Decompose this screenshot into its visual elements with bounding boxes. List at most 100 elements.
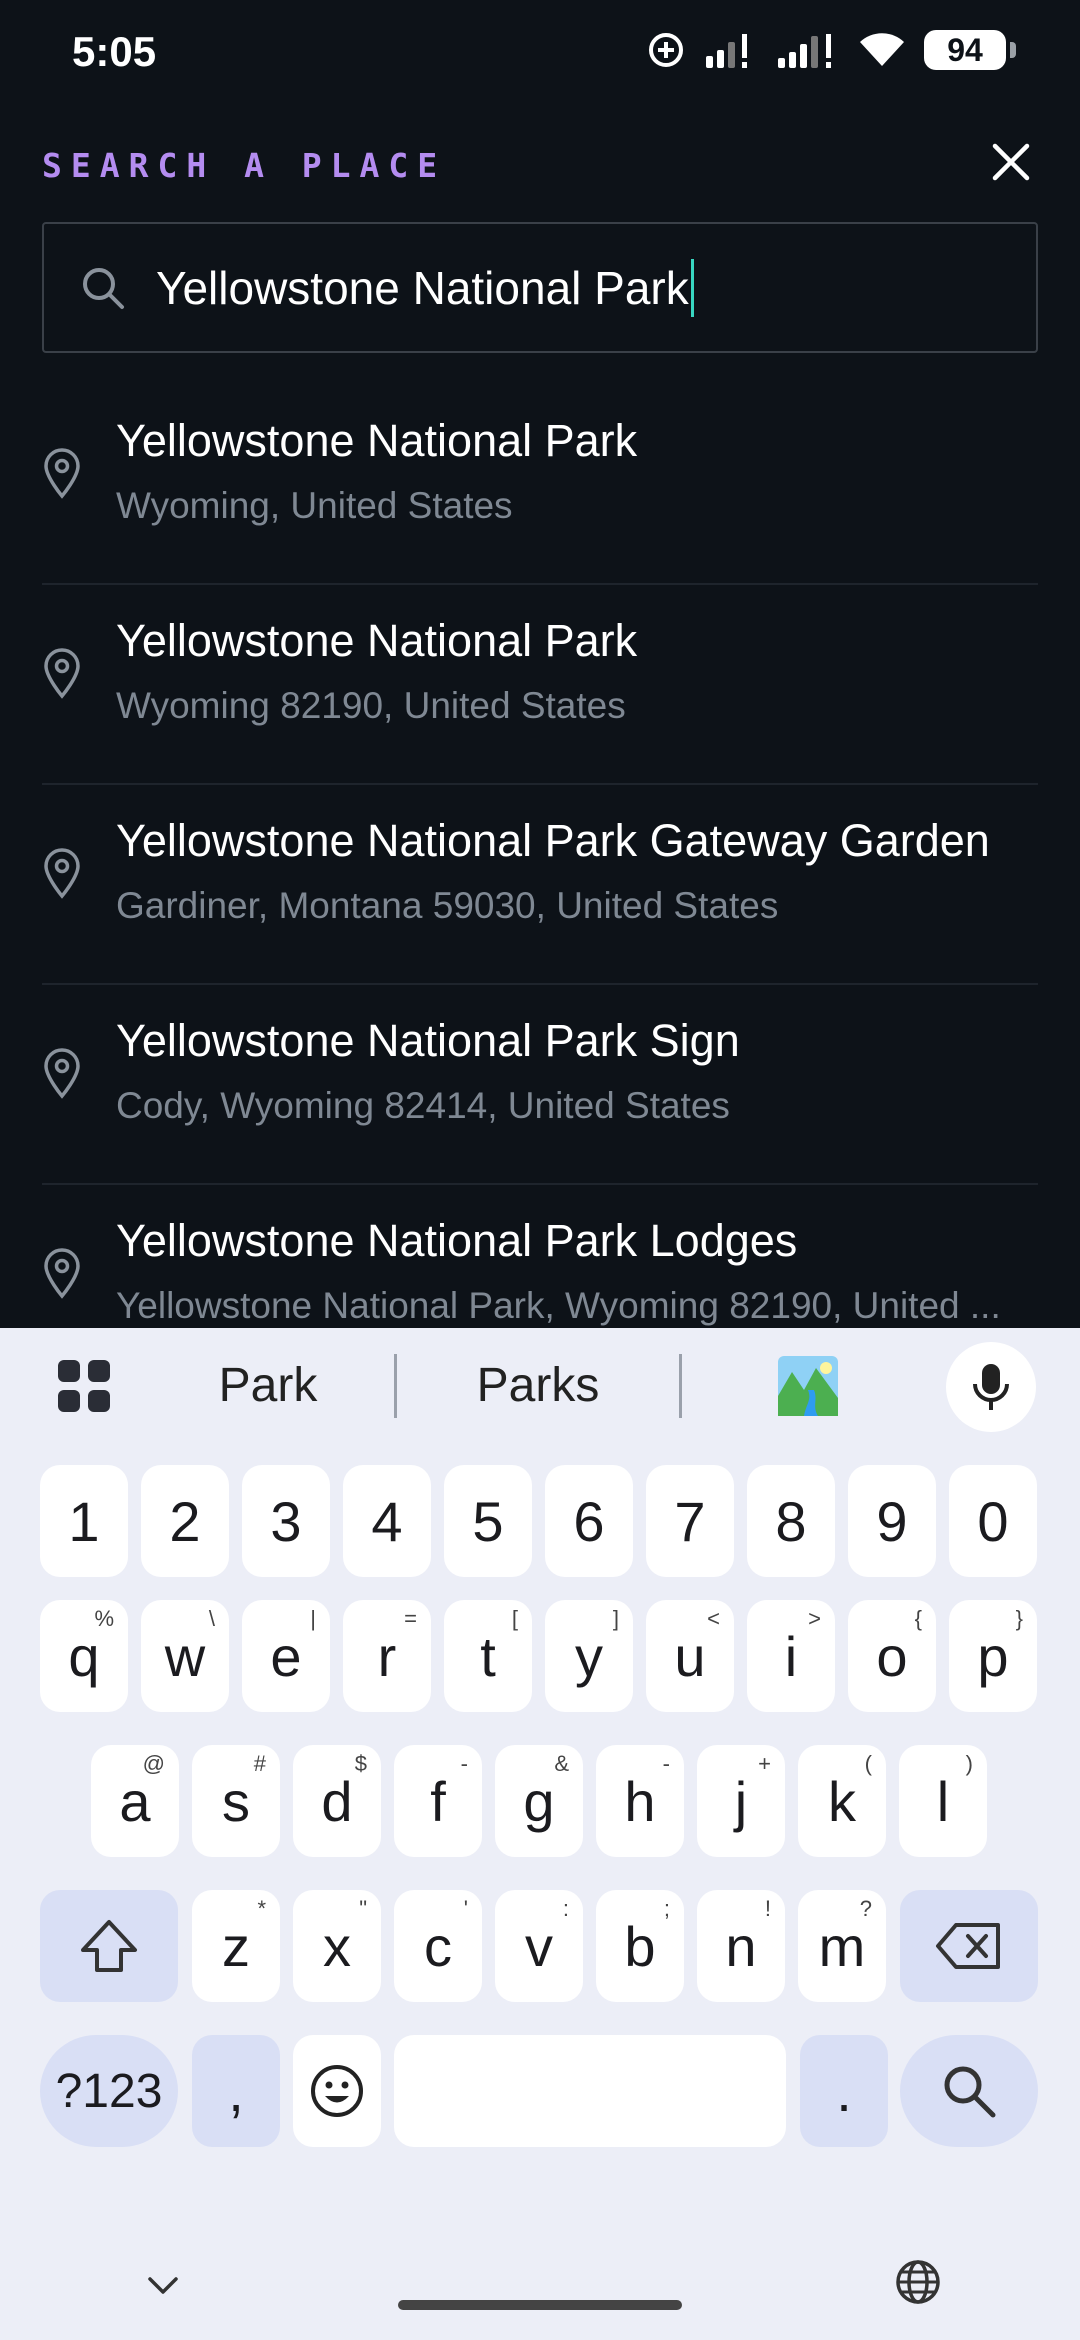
key-r[interactable]: r = [343, 1600, 431, 1712]
key-i[interactable]: i > [747, 1600, 835, 1712]
result-item[interactable]: Yellowstone National Park Gateway Garden… [42, 785, 1038, 985]
key-d[interactable]: d $ [293, 1745, 381, 1857]
key-n[interactable]: n! [697, 1890, 785, 2002]
key-hint: \ [208, 1606, 215, 1631]
home-indicator[interactable] [398, 2300, 682, 2310]
key-b[interactable]: b; [596, 1890, 684, 2002]
keyboard-apps-icon[interactable] [56, 1358, 112, 1414]
result-title: Yellowstone National Park [116, 415, 638, 466]
key-char: z [222, 1914, 250, 1978]
suggestion-separator [679, 1354, 682, 1418]
smiley-icon [311, 2065, 363, 2117]
result-subtitle: Gardiner, Montana 59030, United States [116, 885, 779, 926]
key-u[interactable]: u < [646, 1600, 734, 1712]
location-pin-icon [44, 448, 80, 499]
key-l[interactable]: l) [899, 1745, 987, 1857]
language-globe-icon[interactable] [894, 2258, 942, 2306]
key-j[interactable]: j + [697, 1745, 785, 1857]
key-hint: ' [463, 1896, 468, 1921]
key-k[interactable]: k( [798, 1745, 886, 1857]
key-hint: - [460, 1751, 468, 1776]
search-input-value: Yellowstone National Park [156, 261, 689, 314]
key-hint: ) [965, 1751, 973, 1776]
search-field[interactable]: Yellowstone National Park [42, 222, 1038, 353]
shift-key[interactable] [40, 1890, 178, 2002]
result-item[interactable]: Yellowstone National Park Wyoming, Unite… [42, 385, 1038, 585]
emoji-key[interactable] [293, 2035, 381, 2147]
key-o[interactable]: o{ [848, 1600, 936, 1712]
suggestion-separator [394, 1354, 397, 1418]
result-title: Yellowstone National Park Lodges [116, 1215, 798, 1266]
key-z[interactable]: z * [192, 1890, 280, 2002]
key-s[interactable]: s # [192, 1745, 280, 1857]
key-char: f [430, 1769, 446, 1833]
result-title: Yellowstone National Park Gateway Garden [116, 815, 990, 866]
result-title: Yellowstone National Park Sign [116, 1015, 740, 1066]
suggestion-strip: Park Parks [0, 1328, 1080, 1444]
key-char: u [674, 1624, 706, 1688]
key-e[interactable]: e | [242, 1600, 330, 1712]
search-input[interactable]: Yellowstone National Park [156, 258, 694, 317]
key-0[interactable]: 0 [949, 1465, 1037, 1577]
key-m[interactable]: m? [798, 1890, 886, 2002]
key-c[interactable]: c ' [394, 1890, 482, 2002]
period-key[interactable]: . [800, 2035, 888, 2147]
suggestion-park[interactable]: Park [200, 1358, 336, 1413]
key-9[interactable]: 9 [848, 1465, 936, 1577]
result-subtitle: Yellowstone National Park, Wyoming 82190… [116, 1285, 1001, 1326]
key-hint: ? [859, 1896, 872, 1921]
key-char: x [323, 1914, 351, 1978]
search-action-key[interactable] [900, 2035, 1038, 2147]
comma-key[interactable]: , [192, 2035, 280, 2147]
backspace-key[interactable] [900, 1890, 1038, 2002]
status-icons: 94 [646, 30, 1016, 70]
result-item[interactable]: Yellowstone National Park Sign Cody, Wyo… [42, 985, 1038, 1185]
key-char: w [164, 1624, 206, 1688]
key-char: g [523, 1769, 555, 1833]
backspace-icon [936, 1923, 1000, 1969]
key-char: p [977, 1624, 1009, 1688]
key-p[interactable]: p} [949, 1600, 1037, 1712]
key-hint: ] [612, 1606, 619, 1631]
text-caret [690, 258, 694, 317]
national-park-emoji-icon[interactable] [778, 1356, 838, 1416]
suggestion-parks[interactable]: Parks [455, 1358, 621, 1413]
location-pin-icon [44, 1248, 80, 1299]
result-item[interactable]: Yellowstone National Park Wyoming 82190,… [42, 585, 1038, 785]
key-hint: - [662, 1751, 670, 1776]
key-6[interactable]: 6 [545, 1465, 633, 1577]
key-hint: [ [511, 1606, 518, 1631]
key-char: v [525, 1914, 553, 1978]
key-y[interactable]: y] [545, 1600, 633, 1712]
key-w[interactable]: w \ [141, 1600, 229, 1712]
space-key[interactable] [394, 2035, 786, 2147]
key-g[interactable]: g & [495, 1745, 583, 1857]
key-f[interactable]: f- [394, 1745, 482, 1857]
key-5[interactable]: 5 [444, 1465, 532, 1577]
key-v[interactable]: v: [495, 1890, 583, 2002]
search-icon [944, 2066, 996, 2118]
key-1[interactable]: 1 [40, 1465, 128, 1577]
status-time: 5:05 [72, 28, 157, 75]
key-hint: ! [764, 1896, 771, 1921]
key-8[interactable]: 8 [747, 1465, 835, 1577]
key-2[interactable]: 2 [141, 1465, 229, 1577]
result-item[interactable]: Yellowstone National Park Lodges Yellows… [42, 1185, 1038, 1328]
key-t[interactable]: t[ [444, 1600, 532, 1712]
key-4[interactable]: 4 [343, 1465, 431, 1577]
hide-keyboard-icon[interactable] [146, 2275, 180, 2297]
signal-2-icon [778, 34, 831, 68]
key-char: c [424, 1914, 452, 1978]
key-a[interactable]: a @ [91, 1745, 179, 1857]
voice-input-button[interactable] [946, 1342, 1036, 1432]
key-3[interactable]: 3 [242, 1465, 330, 1577]
key-7[interactable]: 7 [646, 1465, 734, 1577]
key-q[interactable]: q% [40, 1600, 128, 1712]
key-hint: < [707, 1606, 720, 1631]
close-button[interactable] [985, 136, 1037, 188]
key-h[interactable]: h- [596, 1745, 684, 1857]
symbols-key[interactable]: ?123 [40, 2035, 178, 2147]
search-icon [83, 267, 124, 309]
key-hint: } [1015, 1606, 1023, 1631]
key-x[interactable]: x " [293, 1890, 381, 2002]
